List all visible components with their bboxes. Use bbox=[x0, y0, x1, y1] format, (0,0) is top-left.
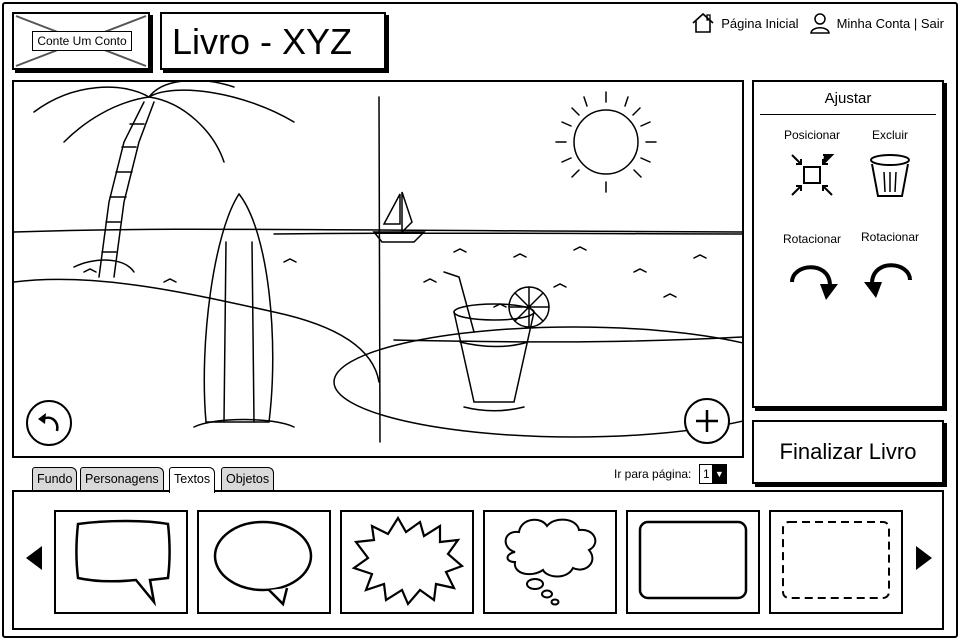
delete-tool[interactable]: Excluir bbox=[850, 128, 930, 200]
tab-textos[interactable]: Textos bbox=[169, 467, 216, 493]
home-icon bbox=[692, 12, 714, 33]
undo-arrow-icon bbox=[38, 413, 59, 432]
rotate-counterclockwise-icon bbox=[864, 263, 912, 298]
position-tool[interactable]: Posicionar bbox=[772, 128, 852, 198]
trash-icon bbox=[870, 154, 910, 197]
book-title-box: Livro - XYZ bbox=[160, 12, 386, 70]
tab-objetos[interactable]: Objetos bbox=[221, 467, 275, 491]
asset-rounded-rectangle-box[interactable] bbox=[626, 510, 760, 614]
rotate-counterclockwise-tool[interactable]: Rotacionar bbox=[850, 230, 930, 306]
logo-text: Conte Um Conto bbox=[32, 31, 132, 51]
finish-book-button[interactable]: Finalizar Livro bbox=[752, 420, 944, 484]
page-jump-label: Ir para página: bbox=[614, 467, 692, 481]
rotate-clockwise-tool[interactable]: Rotacionar bbox=[772, 232, 852, 308]
thought-bubble-icon bbox=[504, 518, 597, 606]
page-jump: Ir para página: 1 ▼ bbox=[614, 464, 728, 484]
account-link-label: Minha Conta | Sair bbox=[836, 15, 944, 31]
home-link-label: Página Inicial bbox=[721, 15, 799, 31]
dashed-box-icon bbox=[782, 521, 890, 599]
user-icon bbox=[809, 13, 830, 34]
beach-scene-illustration bbox=[14, 82, 742, 443]
panel-divider bbox=[760, 114, 936, 115]
page-select[interactable]: 1 ▼ bbox=[699, 464, 728, 484]
oval-speech-bubble-icon bbox=[213, 520, 313, 607]
next-arrow-icon[interactable] bbox=[914, 544, 934, 572]
page-canvas[interactable] bbox=[12, 80, 744, 458]
tab-personagens[interactable]: Personagens bbox=[80, 467, 164, 491]
book-title: Livro - XYZ bbox=[172, 21, 353, 62]
home-link[interactable]: Página Inicial bbox=[691, 12, 799, 34]
add-element-button[interactable] bbox=[684, 398, 730, 444]
delete-tool-label: Excluir bbox=[871, 128, 908, 142]
account-link[interactable]: Minha Conta | Sair bbox=[809, 12, 944, 34]
rectangular-speech-bubble-icon bbox=[75, 519, 171, 607]
chevron-down-icon: ▼ bbox=[712, 465, 727, 483]
logo[interactable]: Conte Um Conto bbox=[12, 12, 150, 70]
page-select-value: 1 bbox=[703, 467, 710, 481]
rotate-clockwise-icon bbox=[790, 265, 838, 300]
asset-burst-bubble[interactable] bbox=[340, 510, 474, 614]
plus-icon bbox=[696, 410, 718, 432]
previous-arrow-icon[interactable] bbox=[24, 544, 44, 572]
top-navigation: Página Inicial Minha Conta | Sair bbox=[691, 10, 944, 36]
asset-oval-speech-bubble[interactable] bbox=[197, 510, 331, 614]
rotate-counterclockwise-label: Rotacionar bbox=[860, 230, 920, 244]
asset-thought-bubble[interactable] bbox=[483, 510, 617, 614]
adjust-panel-title: Ajustar bbox=[824, 90, 872, 107]
position-arrows-icon bbox=[791, 154, 835, 196]
undo-button[interactable] bbox=[26, 400, 72, 446]
asset-rectangular-speech-bubble[interactable] bbox=[54, 510, 188, 614]
adjust-panel: Ajustar Posicionar Excluir Rotacionar Ro… bbox=[752, 80, 944, 408]
asset-strip bbox=[12, 490, 944, 630]
tab-fundo[interactable]: Fundo bbox=[32, 467, 78, 491]
burst-bubble-icon bbox=[351, 515, 465, 607]
rotate-clockwise-label: Rotacionar bbox=[782, 232, 842, 246]
rounded-rectangle-box-icon bbox=[638, 520, 748, 600]
asset-dashed-box[interactable] bbox=[769, 510, 903, 614]
position-tool-label: Posicionar bbox=[783, 128, 841, 142]
